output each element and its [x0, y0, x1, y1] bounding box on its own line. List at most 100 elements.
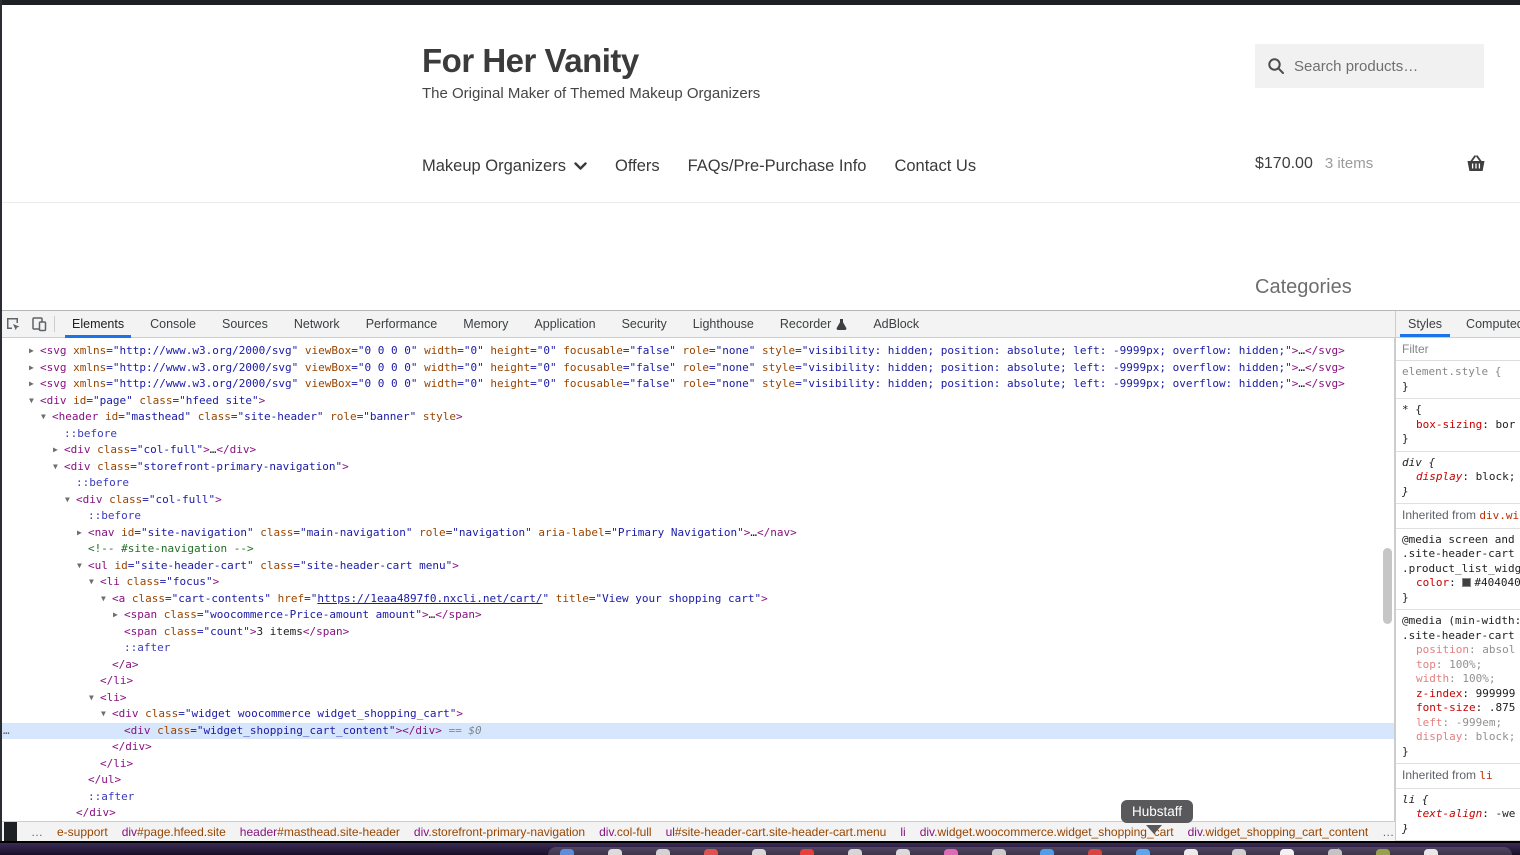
dom-node[interactable]: <span class="count">3 items</span> [0, 624, 1394, 641]
dom-node[interactable]: ::before [0, 426, 1394, 443]
css-property[interactable]: display: block; [1402, 470, 1518, 485]
dom-node[interactable]: ▶ <svg xmlns="http://www.w3.org/2000/svg"… [0, 376, 1394, 393]
dom-node[interactable]: ::after [0, 640, 1394, 657]
dom-node[interactable]: </a> [0, 657, 1394, 674]
css-property[interactable]: color: #404040 [1402, 576, 1520, 591]
tab-memory[interactable]: Memory [450, 311, 521, 338]
search-box[interactable] [1255, 44, 1484, 88]
site-title[interactable]: For Her Vanity [422, 42, 639, 80]
dom-node[interactable]: </ul> [0, 772, 1394, 789]
dock-icon[interactable] [1280, 849, 1294, 855]
tab-application[interactable]: Application [521, 311, 608, 338]
css-property[interactable]: display: block; [1402, 730, 1518, 745]
breadcrumb-overflow[interactable]: … [31, 825, 43, 839]
dom-node[interactable]: </li> [0, 756, 1394, 773]
expand-arrow-icon[interactable]: ▼ [29, 393, 40, 410]
search-input[interactable] [1294, 57, 1472, 75]
dom-node[interactable]: ▶ <div class="col-full">…</div> [0, 442, 1394, 459]
css-property[interactable]: font-size: .875 [1402, 701, 1518, 716]
nav-item-makeup-organizers[interactable]: Makeup Organizers [422, 157, 587, 176]
styles-tab-styles[interactable]: Styles [1396, 311, 1454, 337]
breadcrumb-item[interactable]: header#masthead.site-header [240, 825, 400, 839]
dom-node[interactable]: </li> [0, 673, 1394, 690]
basket-icon[interactable] [1466, 155, 1486, 178]
tab-security[interactable]: Security [609, 311, 680, 338]
dom-node[interactable]: ▶ <nav id="site-navigation" class="main-n… [0, 525, 1394, 542]
dom-node[interactable]: ::before [0, 475, 1394, 492]
breadcrumb-item[interactable]: ul#site-header-cart.site-header-cart.men… [666, 825, 887, 839]
expand-arrow-icon[interactable]: ▶ [113, 607, 124, 624]
dom-node[interactable]: </div> [0, 739, 1394, 756]
dock-icon[interactable] [1040, 849, 1054, 855]
breadcrumb-item[interactable]: e-support [57, 825, 108, 839]
css-property[interactable]: width: 100%; [1402, 672, 1518, 687]
dock-icon[interactable] [992, 849, 1006, 855]
tab-lighthouse[interactable]: Lighthouse [680, 311, 767, 338]
nav-item-faqs-pre-purchase-info[interactable]: FAQs/Pre-Purchase Info [688, 157, 867, 176]
css-property[interactable]: position: absol [1402, 643, 1518, 658]
expand-arrow-icon[interactable]: ▼ [77, 558, 88, 575]
dom-node[interactable]: ▼ <div class="col-full"> [0, 492, 1394, 509]
tab-console[interactable]: Console [137, 311, 209, 338]
dock-icon[interactable] [560, 849, 574, 855]
css-property[interactable]: top: 100%; [1402, 658, 1518, 673]
css-property[interactable]: left: -999em; [1402, 716, 1518, 731]
dock-icon[interactable] [1232, 849, 1246, 855]
breadcrumb-item[interactable]: div.widget.woocommerce.widget_shopping_c… [920, 825, 1174, 839]
dom-node[interactable]: ▼ <div class="widget woocommerce widget_s… [0, 706, 1394, 723]
dock-icon[interactable] [1136, 849, 1150, 855]
dom-node[interactable]: ▶ <svg xmlns="http://www.w3.org/2000/svg"… [0, 343, 1394, 360]
tab-elements[interactable]: Elements [59, 311, 137, 338]
expand-arrow-icon[interactable]: ▼ [89, 690, 100, 707]
node-menu-dots[interactable]: … [3, 723, 10, 740]
dock-icon[interactable] [1328, 849, 1342, 855]
cart-summary[interactable]: $170.00 3 items [1255, 155, 1373, 173]
dock-icon[interactable] [752, 849, 766, 855]
css-property[interactable]: box-sizing: bor [1402, 418, 1518, 433]
color-swatch[interactable] [1462, 578, 1472, 587]
tab-performance[interactable]: Performance [353, 311, 451, 338]
inherited-node-link[interactable]: div.wi [1479, 509, 1519, 522]
expand-arrow-icon[interactable]: ▼ [65, 492, 76, 509]
expand-arrow-icon[interactable]: ▼ [89, 574, 100, 591]
tab-network[interactable]: Network [281, 311, 353, 338]
expand-arrow-icon[interactable]: ▼ [101, 591, 112, 608]
styles-filter-input[interactable] [1402, 342, 1514, 356]
dom-node[interactable]: ▼ <div class="storefront-primary-navigati… [0, 459, 1394, 476]
dock-icon[interactable] [608, 849, 622, 855]
dock-icon[interactable] [1088, 849, 1102, 855]
expand-arrow-icon[interactable]: ▶ [53, 442, 64, 459]
breadcrumb-item[interactable]: div#page.hfeed.site [122, 825, 226, 839]
dock-icon[interactable] [944, 849, 958, 855]
inspect-element-icon[interactable] [0, 311, 26, 337]
nav-item-offers[interactable]: Offers [615, 157, 660, 176]
dom-node[interactable]: ▼ <ul id="site-header-cart" class="site-h… [0, 558, 1394, 575]
dom-node[interactable]: ▶ <span class="woocommerce-Price-amount a… [0, 607, 1394, 624]
expand-arrow-icon[interactable]: ▼ [101, 706, 112, 723]
breadcrumb-overflow[interactable]: … [1382, 825, 1394, 839]
dom-node[interactable]: ▼ <div id="page" class="hfeed site"> [0, 393, 1394, 410]
tab-recorder[interactable]: Recorder [767, 311, 860, 338]
dock-icon[interactable] [1376, 849, 1390, 855]
dom-node[interactable]: ▼ <a class="cart-contents" href="https://… [0, 591, 1394, 608]
dom-node[interactable]: ▼ <header id="masthead" class="site-heade… [0, 409, 1394, 426]
expand-arrow-icon[interactable]: ▶ [29, 343, 40, 360]
css-property[interactable]: text-align: -we [1402, 807, 1518, 822]
breadcrumb-item[interactable]: div.col-full [599, 825, 651, 839]
expand-arrow-icon[interactable]: ▶ [77, 525, 88, 542]
dock-icon[interactable] [704, 849, 718, 855]
nav-item-contact-us[interactable]: Contact Us [894, 157, 976, 176]
dom-node[interactable]: ::before [0, 508, 1394, 525]
dock-icon[interactable] [896, 849, 910, 855]
breadcrumb-item[interactable]: div.storefront-primary-navigation [414, 825, 585, 839]
dock-icon[interactable] [1424, 849, 1438, 855]
dom-node[interactable]: ▼ <li> [0, 690, 1394, 707]
tab-adblock[interactable]: AdBlock [860, 311, 932, 338]
expand-arrow-icon[interactable]: ▶ [29, 376, 40, 393]
breadcrumb-item[interactable]: li [900, 825, 905, 839]
dock-icon[interactable] [800, 849, 814, 855]
inherited-node-link[interactable]: li [1479, 769, 1492, 782]
dom-node[interactable]: ▼ <li class="focus"> [0, 574, 1394, 591]
elements-scrollbar[interactable] [1383, 548, 1392, 624]
dock-icon[interactable] [1184, 849, 1198, 855]
